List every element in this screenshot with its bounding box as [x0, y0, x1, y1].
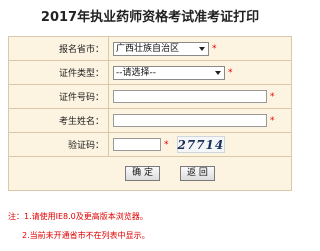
confirm-button[interactable]: 确 定 — [125, 166, 160, 181]
captcha-image[interactable]: 27714 — [176, 136, 225, 153]
province-label: 报名省市： — [8, 36, 109, 61]
back-button[interactable]: 返 回 — [180, 166, 215, 181]
exam-ticket-print-page: 2017年执业药师资格考试准考证打印 报名省市： 广西壮族自治区 * 证件类型：… — [0, 0, 300, 251]
name-field-cell: * — [108, 108, 292, 133]
name-row: 考生姓名： * — [8, 108, 292, 133]
cert-type-row: 证件类型： --请选择-- * — [8, 60, 292, 85]
note-line-2: 2.当前未开通省市不在列表中显示。 — [22, 231, 150, 240]
id-number-input[interactable] — [113, 90, 267, 103]
cert-type-field-cell: --请选择-- * — [108, 60, 292, 85]
province-select[interactable]: 广西壮族自治区 — [113, 41, 209, 56]
captcha-input[interactable] — [113, 138, 161, 151]
login-form: 报名省市： 广西壮族自治区 * 证件类型： --请选择-- * 证件号码： * — [8, 36, 292, 191]
id-number-label: 证件号码： — [8, 84, 109, 109]
required-mark: * — [270, 115, 275, 126]
required-mark: * — [212, 43, 217, 54]
buttons-row: 确 定返 回 — [8, 156, 292, 191]
note-line-1: 注：1.请使用IE8.0及更高版本浏览器。 — [8, 212, 148, 221]
cert-type-select[interactable]: --请选择-- — [113, 65, 225, 80]
cert-type-select-value: --请选择-- — [116, 67, 156, 78]
province-field-cell: 广西壮族自治区 * — [108, 36, 292, 61]
page-title: 2017年执业药师资格考试准考证打印 — [40, 10, 260, 25]
required-mark: * — [228, 67, 233, 78]
chevron-down-icon — [199, 46, 205, 51]
captcha-field-cell: * 27714 — [108, 132, 292, 157]
province-row: 报名省市： 广西壮族自治区 * — [8, 36, 292, 61]
captcha-row: 验证码： * 27714 — [8, 132, 292, 157]
name-input[interactable] — [113, 114, 267, 127]
province-select-value: 广西壮族自治区 — [116, 43, 180, 54]
chevron-down-icon — [215, 70, 221, 75]
name-label: 考生姓名： — [8, 108, 109, 133]
id-number-row: 证件号码： * — [8, 84, 292, 109]
captcha-label: 验证码： — [8, 132, 109, 157]
notes: 注：1.请使用IE8.0及更高版本浏览器。 2.当前未开通省市不在列表中显示。 — [8, 207, 150, 245]
required-mark: * — [164, 139, 169, 150]
required-mark: * — [270, 91, 275, 102]
buttons-cell: 确 定返 回 — [8, 156, 292, 191]
cert-type-label: 证件类型： — [8, 60, 109, 85]
id-number-field-cell: * — [108, 84, 292, 109]
